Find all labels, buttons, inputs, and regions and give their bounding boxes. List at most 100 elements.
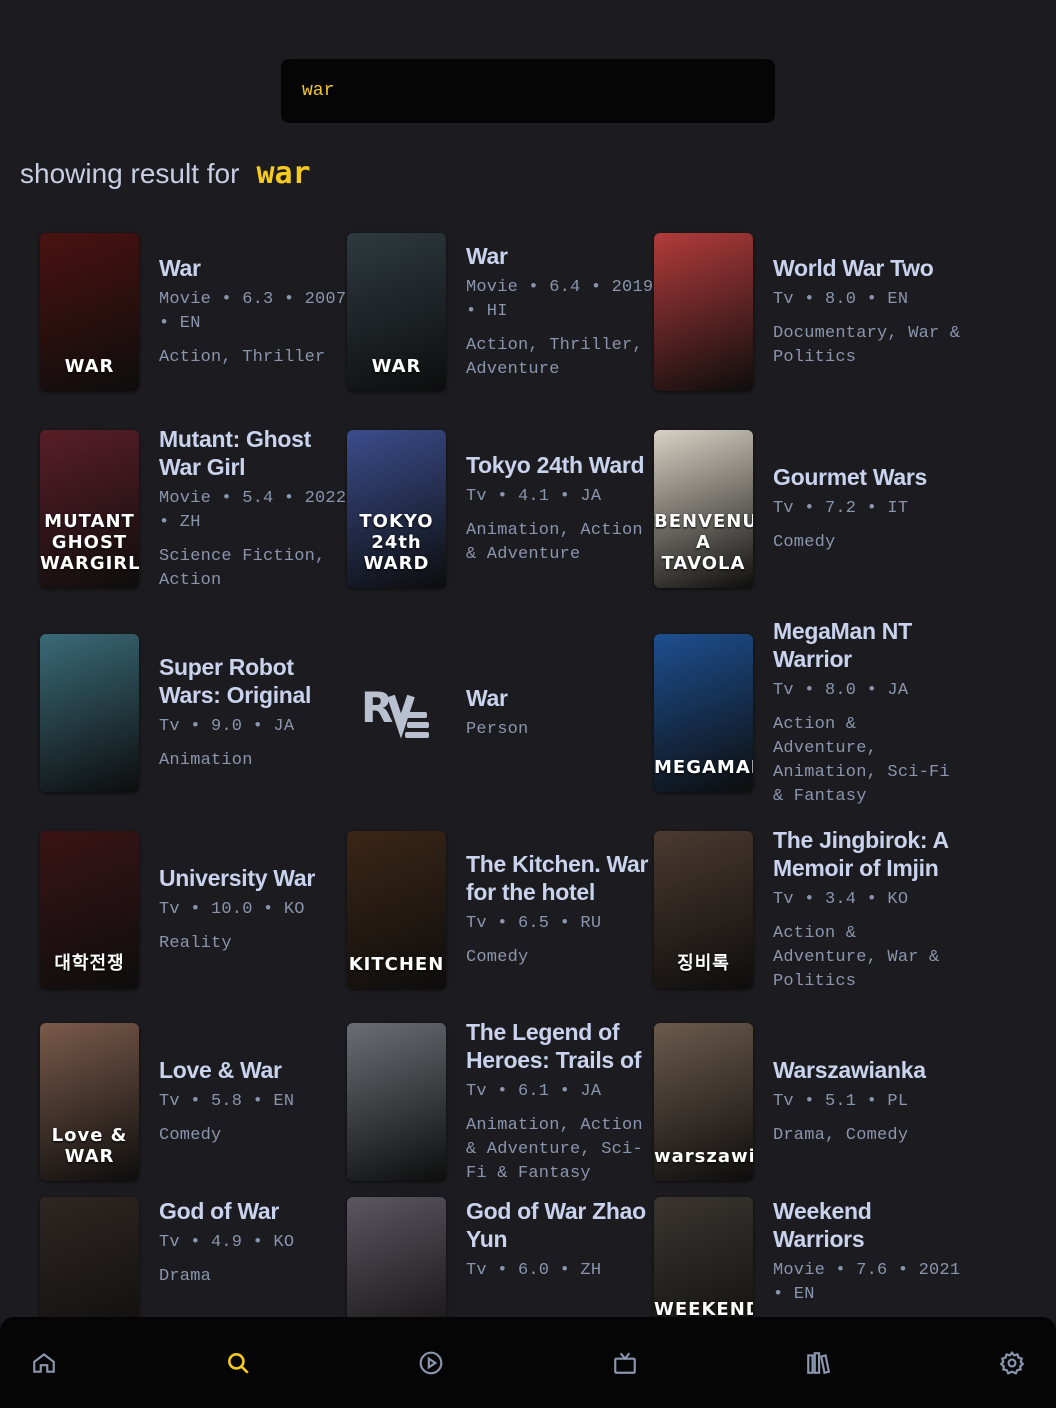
result-card[interactable]: KITCHEN The Kitchen. War for the hotel Tv … bbox=[347, 814, 654, 1006]
home-icon bbox=[33, 1352, 55, 1373]
result-info: Weekend Warriors Movie • 7.6 • 2021 • EN bbox=[773, 1197, 961, 1307]
result-title: The Jingbirok: A Memoir of Imjin bbox=[773, 827, 948, 881]
poster-image: 대학전쟁 bbox=[40, 831, 139, 989]
result-info: The Jingbirok: A Memoir of Imjin Tv • 3.4… bbox=[773, 826, 961, 994]
result-card[interactable]: 무신God of WarTv • 4.9 • KODrama bbox=[40, 1197, 347, 1355]
result-meta: Movie • 6.4 • 2019 • HI bbox=[466, 277, 654, 321]
poster-title-text: MEGAMAN bbox=[654, 756, 753, 778]
result-meta: Tv • 10.0 • KO bbox=[159, 900, 305, 919]
result-genres: Action & Adventure, War & Politics bbox=[773, 924, 940, 991]
result-card[interactable]: R War Person bbox=[347, 611, 654, 814]
result-meta: Movie • 5.4 • 2022 • ZH bbox=[159, 489, 347, 532]
result-genres: Animation, Action & Adventure, Sci-Fi & … bbox=[466, 1115, 643, 1183]
nav-settings-button[interactable] bbox=[998, 1349, 1026, 1377]
result-card[interactable]: BENVENUTI A TAVOLA Gourmet Wars Tv • 7.2 •… bbox=[654, 407, 961, 611]
result-genres: Comedy bbox=[466, 948, 529, 967]
result-title: World War Two bbox=[773, 254, 934, 281]
nav-play-button[interactable] bbox=[417, 1349, 445, 1377]
library-icon bbox=[807, 1351, 831, 1374]
result-card[interactable]: TOKYO 24th WARD Tokyo 24th Ward Tv • 4.1 •… bbox=[347, 407, 654, 611]
result-info: God of War Tv • 4.9 • KO Drama bbox=[159, 1197, 347, 1289]
bottom-nav bbox=[0, 1317, 1056, 1408]
result-info: War Movie • 6.3 • 2007 • EN Action, Thrill… bbox=[159, 254, 347, 370]
nav-tv-button[interactable] bbox=[611, 1349, 639, 1377]
result-meta: Tv • 9.0 • JA bbox=[159, 716, 295, 736]
result-meta: Tv • 8.0 • JA bbox=[773, 680, 909, 700]
result-info: Gourmet Wars Tv • 7.2 • IT Comedy bbox=[773, 463, 961, 555]
result-card[interactable]: warszawianka Warszawianka Tv • 5.1 • PL Dra… bbox=[654, 1006, 961, 1197]
result-title: Gourmet Wars bbox=[773, 464, 928, 490]
poster-image: MEGAMAN bbox=[654, 633, 753, 792]
poster-title-text: WAR bbox=[371, 355, 422, 377]
result-title: Tokyo 24th Ward bbox=[466, 452, 645, 478]
poster-image: MUTANT GHOST WARGIRL bbox=[40, 430, 139, 588]
result-card[interactable]: 징비록 The Jingbirok: A Memoir of Imjin Tv • … bbox=[654, 814, 961, 1006]
result-card[interactable]: 대학전쟁 University War Tv • 10.0 • KO Reality bbox=[40, 814, 347, 1006]
result-title: Warszawianka bbox=[773, 1056, 926, 1083]
result-card[interactable]: WAR War Movie • 6.4 • 2019 • HI Action, Thr… bbox=[347, 216, 654, 407]
result-title: God of War Zhao Yun bbox=[466, 1198, 646, 1252]
result-title: War bbox=[466, 242, 508, 269]
result-card[interactable]: WAR War Movie • 6.3 • 2007 • EN Action, Thr… bbox=[40, 216, 347, 407]
poster-title-text: WAR bbox=[64, 355, 115, 377]
search-bar[interactable] bbox=[281, 59, 775, 123]
nav-home-button[interactable] bbox=[30, 1349, 58, 1377]
results-heading-label: showing result for bbox=[20, 158, 240, 189]
search-input[interactable] bbox=[300, 80, 756, 102]
result-card[interactable]: The Legend of Heroes: Trails of Tv • 6.1 … bbox=[347, 1006, 654, 1197]
result-card[interactable]: God of War Zhao Yun Tv • 6.0 • ZH bbox=[347, 1197, 654, 1355]
result-card[interactable]: Super Robot Wars: Original Tv • 9.0 • JA A… bbox=[40, 611, 347, 814]
result-card[interactable]: MUTANT GHOST WARGIRL Mutant: Ghost War Gi… bbox=[40, 407, 347, 611]
person-placeholder-icon: R bbox=[347, 634, 446, 792]
result-meta: Movie • 6.3 • 2007 • EN bbox=[159, 289, 347, 333]
result-info: Super Robot Wars: Original Tv • 9.0 • JA A… bbox=[159, 653, 347, 773]
result-genres: Animation bbox=[159, 750, 253, 770]
result-title: University War bbox=[159, 865, 316, 891]
nav-library-button[interactable] bbox=[804, 1349, 832, 1377]
tv-icon bbox=[613, 1352, 636, 1374]
result-info: Warszawianka Tv • 5.1 • PL Drama, Comedy bbox=[773, 1056, 961, 1148]
result-genres: Action & Adventure, Animation, Sci-Fi & … bbox=[773, 714, 950, 806]
result-genres: Drama, Comedy bbox=[773, 1125, 909, 1145]
result-genres: Action, Thriller bbox=[159, 347, 326, 367]
result-info: World War Two Tv • 8.0 • EN Documentary, W… bbox=[773, 254, 961, 370]
result-card[interactable]: WEEKEND WARRIORSWeekend WarriorsMovie • … bbox=[654, 1197, 961, 1355]
result-card[interactable]: Love & WAR Love & War Tv • 5.8 • EN Comedy bbox=[40, 1006, 347, 1197]
results-heading-query: war bbox=[256, 156, 311, 191]
poster-image bbox=[347, 1022, 446, 1181]
result-title: War bbox=[466, 684, 508, 711]
result-meta: Tv • 8.0 • EN bbox=[773, 289, 909, 309]
results-grid: WAR War Movie • 6.3 • 2007 • EN Action, Thr… bbox=[40, 216, 1020, 1355]
nav-search-button[interactable] bbox=[224, 1349, 252, 1377]
result-info: The Legend of Heroes: Trails of Tv • 6.1 … bbox=[466, 1018, 654, 1186]
poster-title-text: Love & WAR bbox=[51, 1124, 128, 1167]
settings-icon bbox=[999, 1350, 1025, 1375]
poster-image: KITCHEN bbox=[347, 831, 446, 989]
result-title: War bbox=[159, 254, 201, 281]
result-meta: Tv • 7.2 • IT bbox=[773, 499, 909, 518]
poster-image: WAR bbox=[347, 232, 446, 391]
result-meta: Tv • 3.4 • KO bbox=[773, 890, 909, 909]
result-card[interactable]: World War Two Tv • 8.0 • EN Documentary, W… bbox=[654, 216, 961, 407]
results-heading: showing result for war bbox=[20, 156, 311, 196]
result-meta: Tv • 5.8 • EN bbox=[159, 1091, 295, 1111]
result-title: The Legend of Heroes: Trails of bbox=[466, 1018, 642, 1073]
search-icon bbox=[227, 1352, 249, 1374]
svg-text:R: R bbox=[361, 683, 393, 732]
result-genres: Drama bbox=[159, 1267, 212, 1286]
result-meta: Tv • 6.0 • ZH bbox=[466, 1261, 602, 1280]
result-genres: Comedy bbox=[159, 1125, 222, 1145]
poster-image bbox=[40, 633, 139, 792]
result-info: War Person bbox=[466, 684, 654, 742]
poster-title-text: KITCHEN bbox=[348, 954, 445, 975]
result-title: Super Robot Wars: Original bbox=[159, 653, 312, 708]
poster-title-text: MUTANT GHOST WARGIRL bbox=[40, 511, 139, 574]
result-genres: Action, Thriller, Adventure bbox=[466, 335, 643, 379]
poster-image: TOKYO 24th WARD bbox=[347, 430, 446, 588]
result-info: Love & War Tv • 5.8 • EN Comedy bbox=[159, 1056, 347, 1148]
result-genres: Reality bbox=[159, 934, 232, 953]
result-info: Mutant: Ghost War Girl Movie • 5.4 • 2022… bbox=[159, 425, 347, 593]
result-card[interactable]: MEGAMAN MegaMan NT Warrior Tv • 8.0 • JA Ac… bbox=[654, 611, 961, 814]
result-info: God of War Zhao Yun Tv • 6.0 • ZH bbox=[466, 1197, 654, 1283]
result-title: The Kitchen. War for the hotel bbox=[466, 851, 649, 905]
